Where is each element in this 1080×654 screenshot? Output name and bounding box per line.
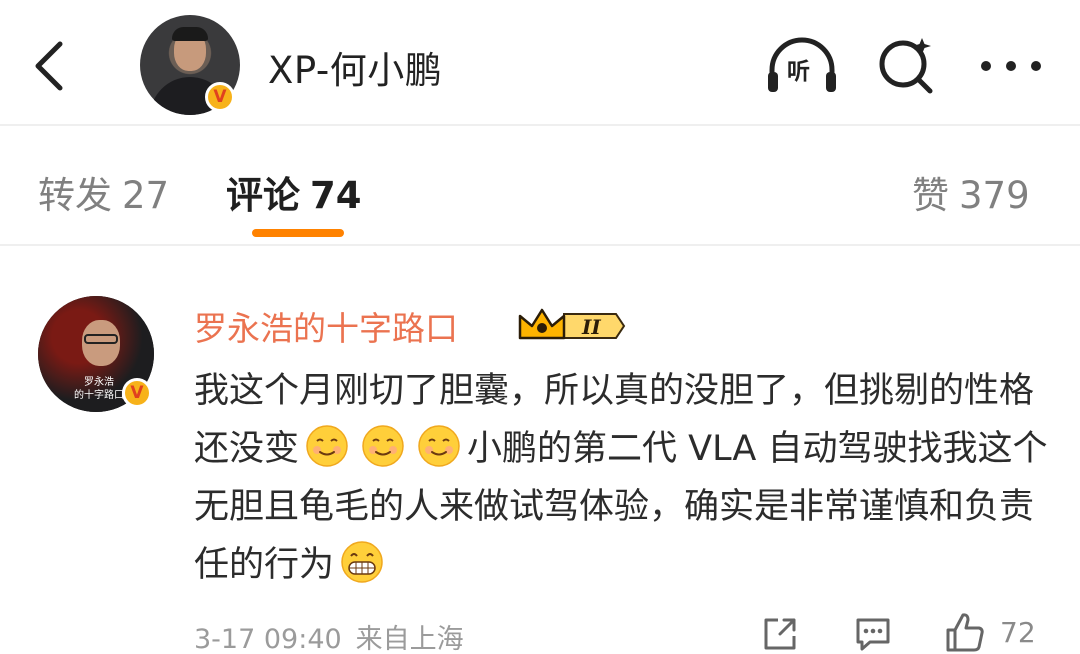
thumbs-up-icon[interactable] [944, 610, 986, 654]
comment-reply-icon[interactable] [852, 614, 894, 654]
crown-level-icon: II [518, 308, 626, 340]
tab-likes[interactable]: 赞 379 [912, 165, 1030, 219]
verified-badge: V [122, 378, 152, 408]
author-name[interactable]: XP-何小鹏 [268, 40, 442, 94]
tab-comments[interactable]: 评论 74 [226, 165, 362, 219]
comment-source: 来自上海 [355, 624, 464, 654]
search-icon[interactable] [876, 34, 938, 96]
level-badge-text: II [581, 315, 601, 339]
listen-label: 听 [787, 59, 810, 85]
tab-bar: 转发 27 评论 74 赞 379 [0, 128, 1080, 246]
more-dots-icon[interactable] [976, 48, 1046, 84]
tab-reposts[interactable]: 转发 27 [38, 165, 169, 219]
commenter-name[interactable]: 罗永浩的十字路口 [194, 302, 458, 350]
comment-date: 3-17 09:40 [194, 624, 342, 654]
verified-badge: V [205, 82, 235, 112]
top-bar: V XP-何小鹏 听 [0, 0, 1080, 126]
share-icon[interactable] [760, 614, 800, 654]
comment-item: 罗永浩 的十字路口 V 罗永浩的十字路口 II 我这个月刚切了胆囊，所以真的没胆… [0, 248, 1080, 654]
active-tab-indicator [252, 229, 344, 237]
grin-emoji-icon [341, 541, 383, 583]
like-count: 72 [1000, 616, 1036, 649]
comment-meta: 3-17 09:40 来自上海 [194, 617, 464, 654]
smile-emoji-icon [362, 425, 404, 467]
smile-emoji-icon [306, 425, 348, 467]
smile-emoji-icon [418, 425, 460, 467]
back-arrow-icon[interactable] [26, 34, 76, 98]
comment-body: 我这个月刚切了胆囊，所以真的没胆了，但挑剔的性格还没变 小鹏的第二代 VLA 自… [194, 362, 1050, 594]
